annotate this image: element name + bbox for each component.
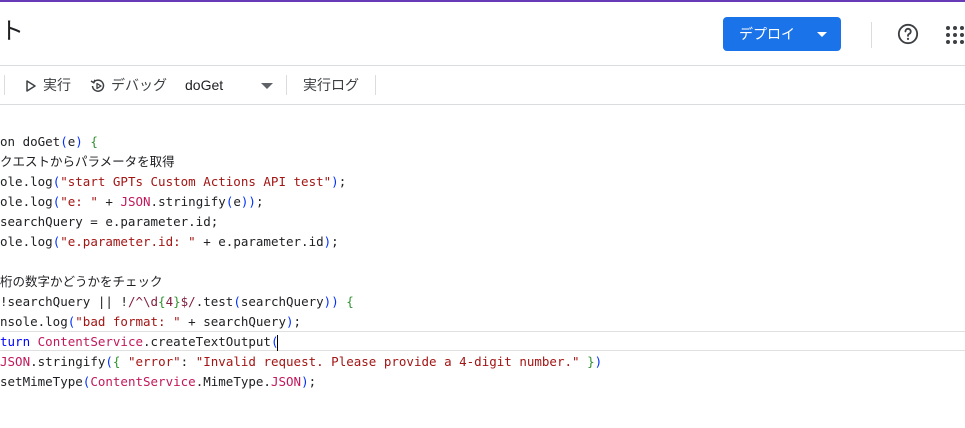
code-line[interactable]: turn ContentService.createTextOutput( <box>0 332 279 352</box>
header-divider <box>871 22 872 48</box>
debug-icon[interactable] <box>90 78 106 94</box>
code-line[interactable]: !searchQuery || !/^\d{4}$/.test(searchQu… <box>0 292 354 312</box>
code-line[interactable]: on doGet(e) { <box>0 132 98 152</box>
help-circle-icon[interactable] <box>897 23 919 45</box>
code-line[interactable]: クエストからパラメータを取得 <box>0 152 175 172</box>
app-header: ト デプロイ <box>0 2 965 66</box>
code-line[interactable]: setMimeType(ContentService.MimeType.JSON… <box>0 372 316 392</box>
code-line[interactable]: searchQuery = e.parameter.id; <box>0 212 218 232</box>
text-cursor <box>277 334 279 351</box>
chevron-down-icon[interactable] <box>817 32 827 37</box>
deploy-button[interactable]: デプロイ <box>723 17 841 51</box>
code-line[interactable]: 桁の数字かどうかをチェック <box>0 272 163 292</box>
apps-grid-icon[interactable] <box>945 25 965 45</box>
play-icon[interactable] <box>26 80 36 92</box>
code-line[interactable]: nsole.log("bad format: " + searchQuery); <box>0 312 301 332</box>
code-line[interactable]: ole.log("e: " + JSON.stringify(e)); <box>0 192 263 212</box>
toolbar-divider <box>4 75 5 95</box>
project-title[interactable]: ト <box>0 16 24 48</box>
code-line[interactable]: JSON.stringify({ "error": "Invalid reque… <box>0 352 602 372</box>
execution-log-button[interactable]: 実行ログ <box>303 76 359 94</box>
caret-down-icon <box>261 83 273 89</box>
run-button[interactable]: 実行 <box>43 76 71 94</box>
code-line[interactable]: ole.log("e.parameter.id: " + e.parameter… <box>0 232 339 252</box>
debug-button[interactable]: デバッグ <box>111 76 167 94</box>
function-select[interactable]: doGet <box>185 76 275 96</box>
code-editor[interactable]: on doGet(e) {クエストからパラメータを取得 ole.log("star… <box>0 105 965 428</box>
toolbar-divider <box>286 75 287 95</box>
toolbar-divider <box>375 75 376 95</box>
function-select-value: doGet <box>185 77 224 93</box>
code-line[interactable]: ole.log("start GPTs Custom Actions API t… <box>0 172 346 192</box>
editor-toolbar: 実行 デバッグ doGet 実行ログ <box>0 66 965 105</box>
deploy-button-label: デプロイ <box>739 26 795 42</box>
